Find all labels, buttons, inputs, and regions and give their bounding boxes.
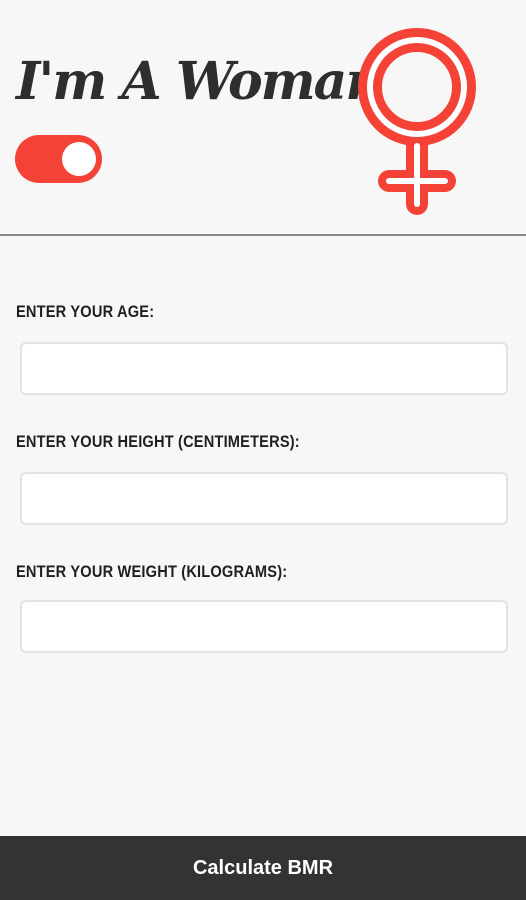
page-title: I'm A Woman <box>16 51 383 112</box>
header-divider <box>0 234 526 236</box>
toggle-knob <box>62 142 96 176</box>
height-input[interactable] <box>20 472 508 525</box>
age-label: ENTER YOUR AGE: <box>16 302 155 321</box>
gender-toggle[interactable] <box>15 135 102 183</box>
female-symbol-icon <box>358 28 476 215</box>
weight-input[interactable] <box>20 600 508 653</box>
weight-label: ENTER YOUR WEIGHT (KILOGRAMS): <box>16 562 288 581</box>
header: I'm A Woman <box>0 0 526 234</box>
calculate-bmr-button[interactable]: Calculate BMR <box>0 836 526 900</box>
age-input[interactable] <box>20 342 508 395</box>
height-label: ENTER YOUR HEIGHT (CENTIMETERS): <box>16 432 300 451</box>
